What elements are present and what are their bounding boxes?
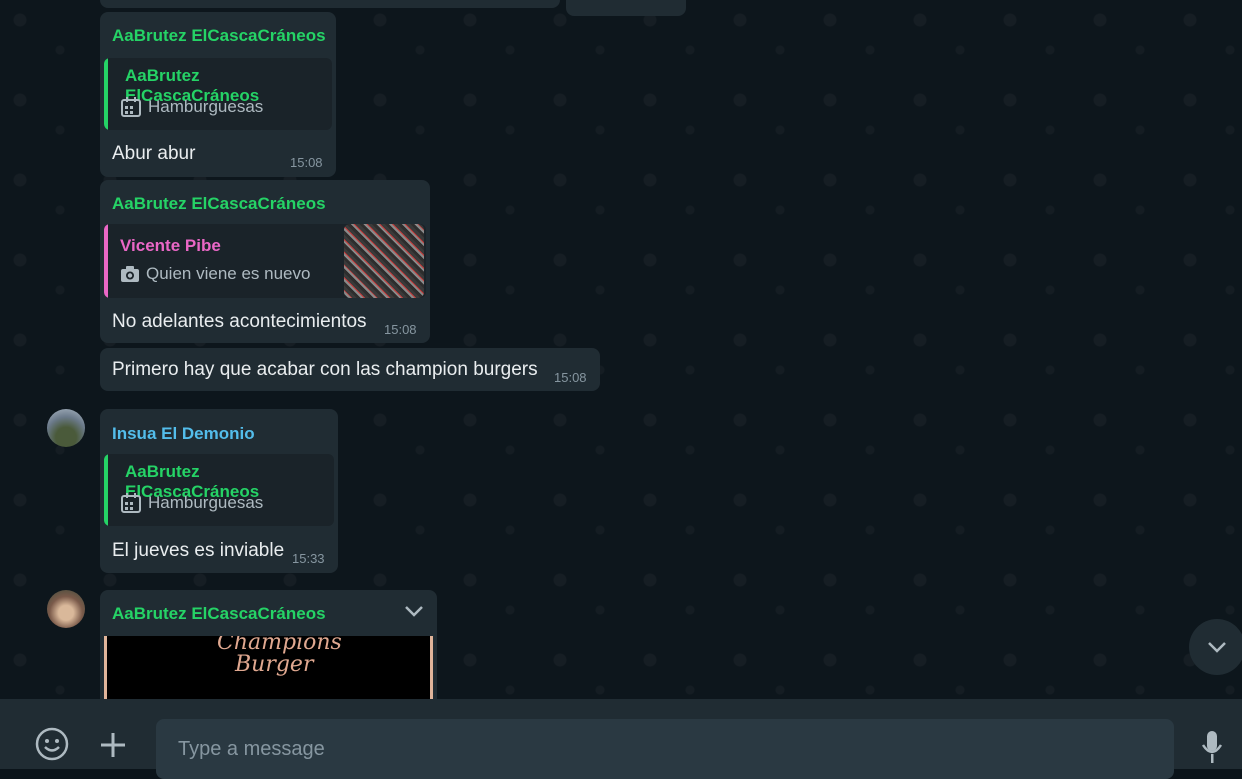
camera-icon (120, 265, 140, 283)
message-text: Primero hay que acabar con las champion … (112, 359, 538, 380)
message-bubble[interactable]: Insua El Demonio AaBrutez ElCascaCráneos… (100, 409, 338, 573)
quote-bar (104, 454, 108, 526)
image-attachment[interactable]: Champions Burger (104, 636, 433, 699)
message-text: No adelantes acontecimientos (112, 311, 367, 332)
message-time: 15:08 (554, 370, 587, 385)
message-bubble-partial[interactable] (566, 0, 686, 16)
avatar[interactable] (47, 409, 85, 447)
quote-bar (104, 224, 108, 298)
composer-bar: Type a message (0, 699, 1242, 779)
message-sender: AaBrutez ElCascaCráneos (112, 604, 326, 623)
emoji-icon[interactable] (35, 727, 69, 761)
quoted-message[interactable]: AaBrutez ElCascaCráneos Hamburguesas (104, 58, 332, 130)
message-bubble[interactable]: AaBrutez ElCascaCráneos Champions Burger (100, 590, 437, 699)
plus-icon[interactable] (99, 731, 127, 759)
quoted-message[interactable]: AaBrutez ElCascaCráneos Hamburguesas (104, 454, 334, 526)
avatar[interactable] (47, 590, 85, 628)
message-bubble-partial[interactable] (100, 0, 560, 8)
calendar-icon (120, 492, 142, 514)
message-time: 15:33 (292, 551, 325, 566)
quote-bar (104, 58, 108, 130)
quoted-sender: Vicente Pibe (120, 236, 221, 255)
message-input[interactable]: Type a message (156, 719, 1174, 779)
message-text: Abur abur (112, 143, 196, 164)
message-text: El jueves es inviable (112, 540, 285, 561)
quoted-text: Hamburguesas (148, 493, 264, 512)
microphone-icon[interactable] (1201, 729, 1223, 765)
calendar-icon (120, 96, 142, 118)
message-sender: AaBrutez ElCascaCráneos (112, 26, 326, 45)
chevron-down-icon[interactable] (403, 604, 425, 618)
message-bubble[interactable]: Primero hay que acabar con las champion … (100, 348, 600, 391)
message-sender: AaBrutez ElCascaCráneos (112, 194, 326, 213)
chevron-down-icon (1206, 640, 1228, 654)
quoted-text: Quien viene es nuevo (146, 264, 311, 283)
quoted-image-thumbnail (344, 224, 424, 298)
image-text-line-2: Burger (235, 652, 314, 677)
quoted-text-row: Quien viene es nuevo (120, 264, 310, 284)
quoted-text: Hamburguesas (148, 97, 264, 116)
quoted-text-row: Hamburguesas (120, 492, 263, 514)
chat-panel: AaBrutez ElCascaCráneos AaBrutez ElCasca… (0, 0, 1242, 699)
message-time: 15:08 (290, 155, 323, 170)
message-sender: Insua El Demonio (112, 424, 255, 443)
quoted-message[interactable]: Vicente Pibe Quien viene es nuevo (104, 224, 426, 298)
scroll-to-bottom-button[interactable] (1189, 619, 1242, 675)
message-bubble[interactable]: AaBrutez ElCascaCráneos Vicente Pibe Qui… (100, 180, 430, 343)
message-time: 15:08 (384, 322, 417, 337)
message-bubble[interactable]: AaBrutez ElCascaCráneos AaBrutez ElCasca… (100, 12, 336, 177)
quoted-text-row: Hamburguesas (120, 96, 263, 118)
